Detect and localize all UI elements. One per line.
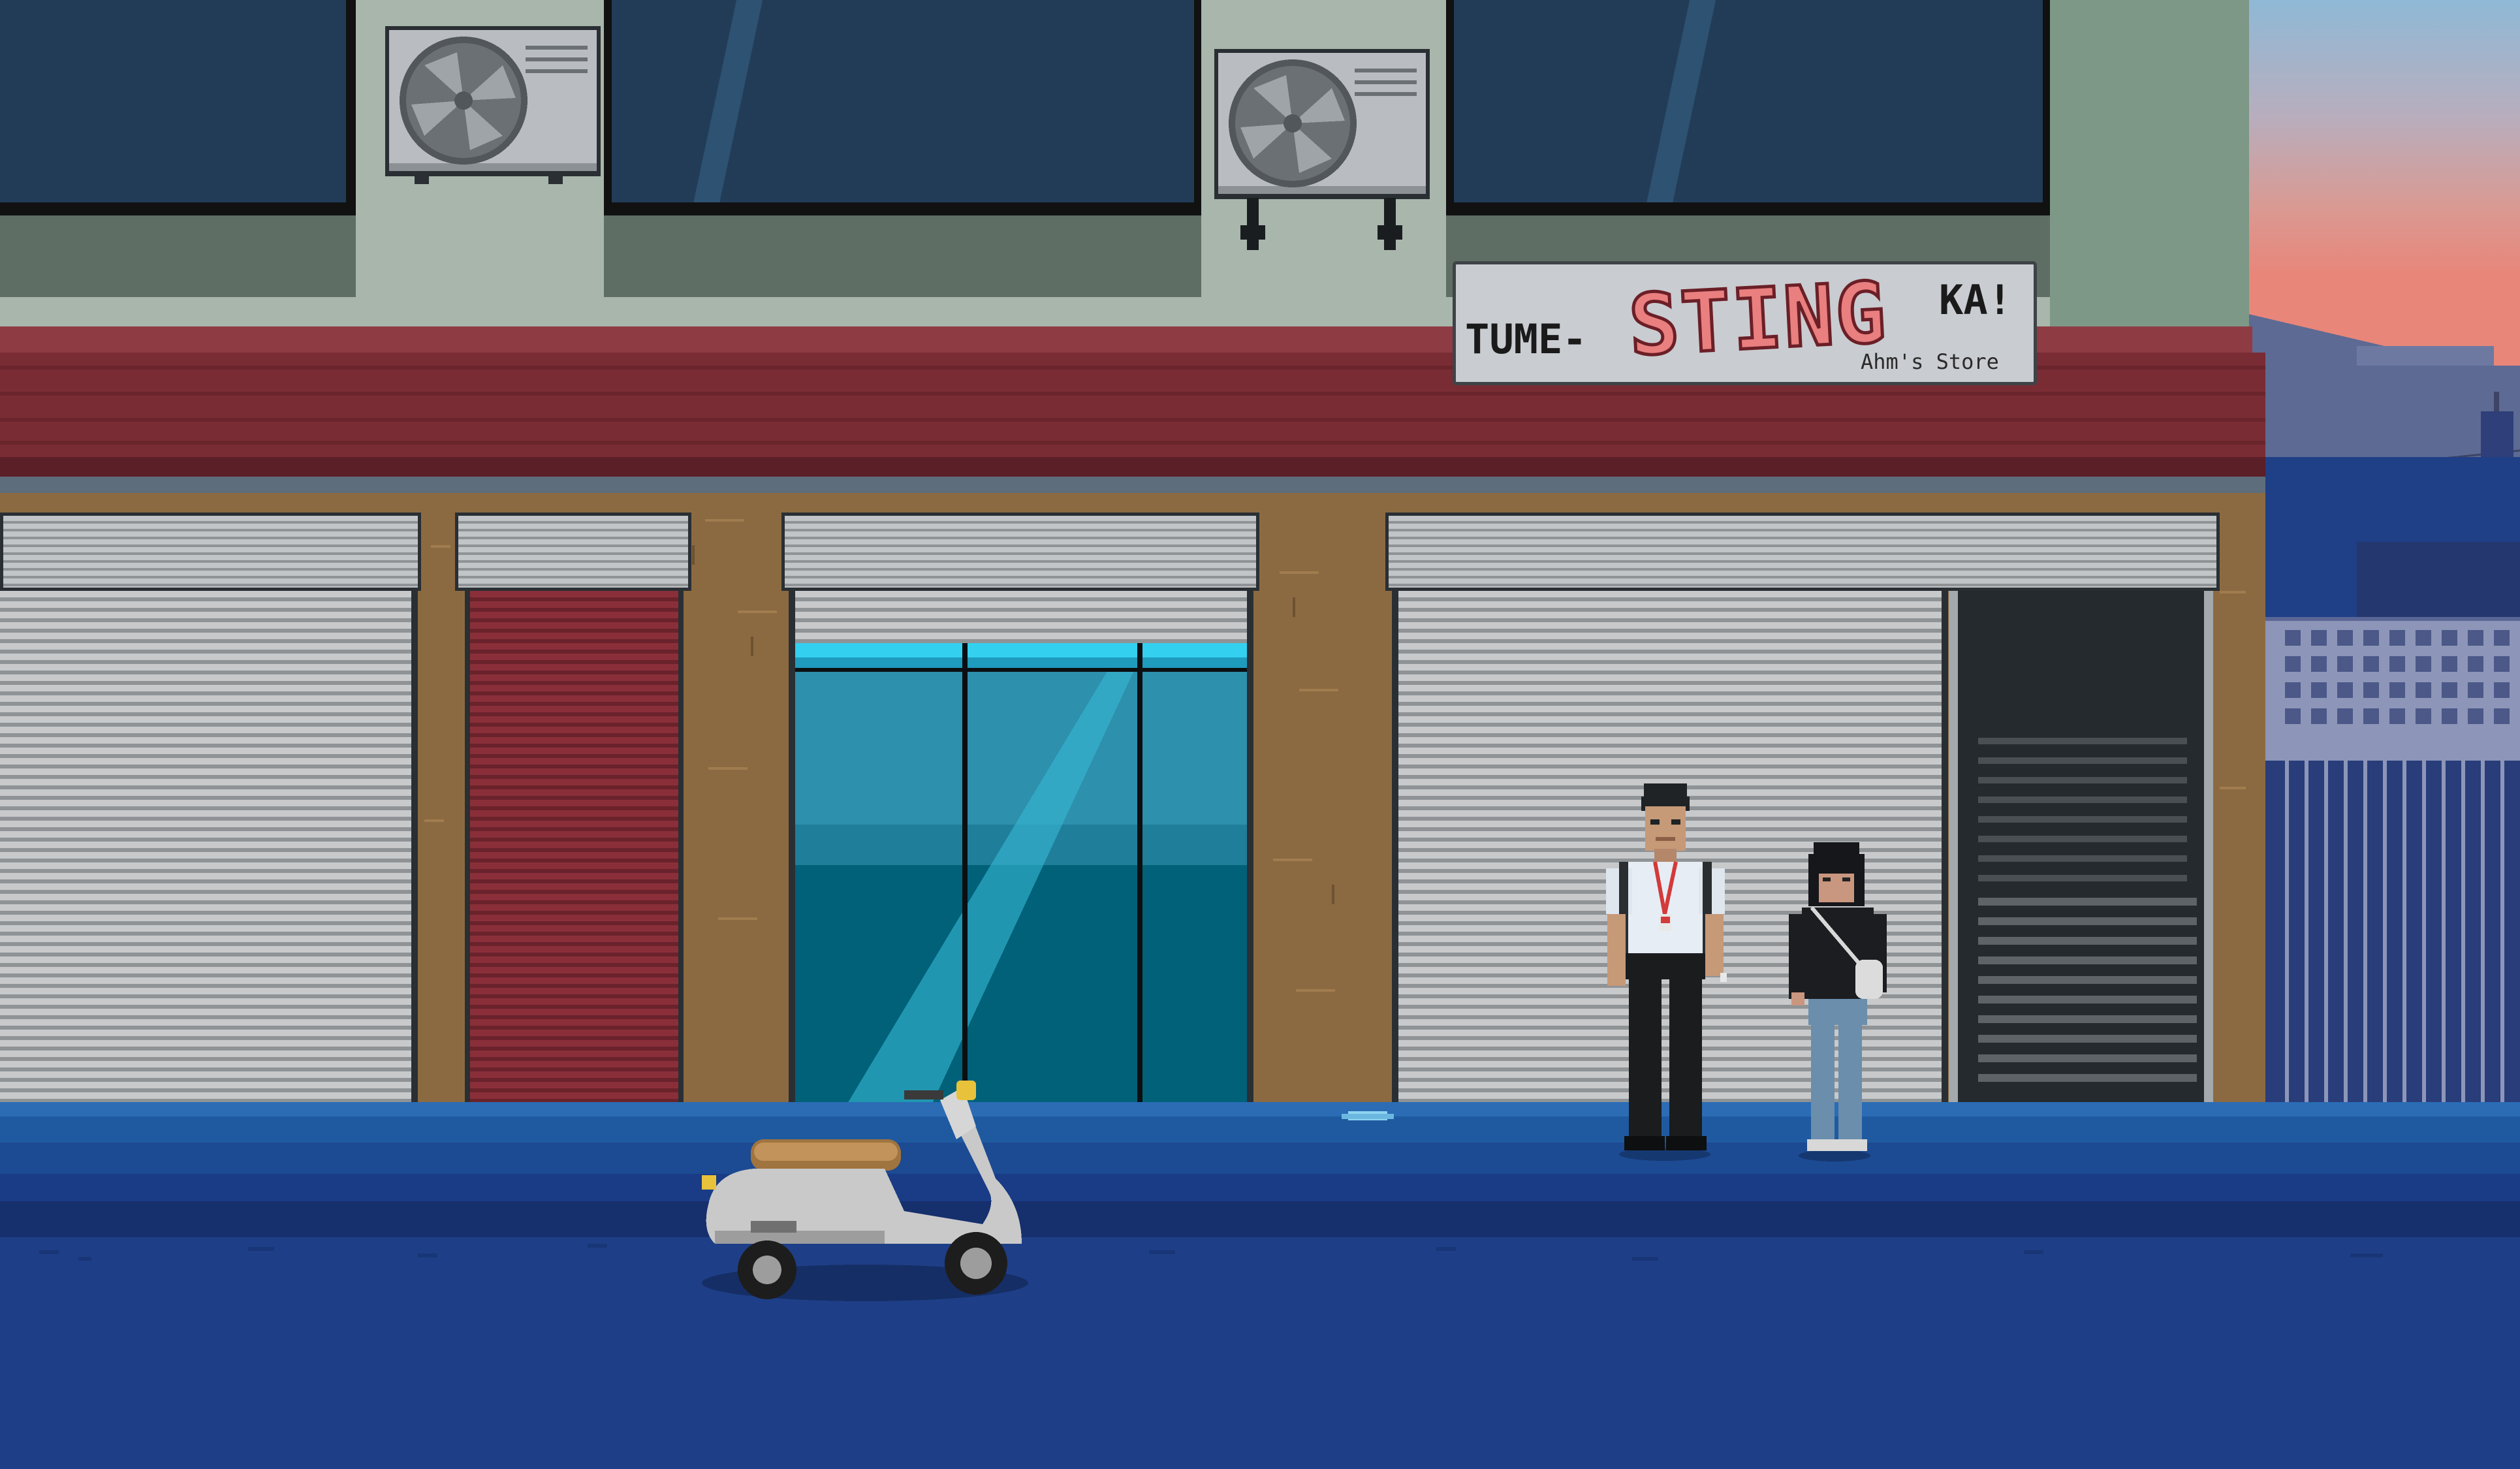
road [0,1237,2520,1469]
upper-window-center [604,0,1201,215]
man-character [1593,783,1737,1162]
upper-window-left [0,0,356,215]
sign-suffix: KA! [1939,276,2012,324]
background-building [2246,313,2520,457]
rolling-shutter-left [0,591,418,1103]
curb [0,1201,2520,1237]
background-block [2357,542,2520,620]
shutter-box [781,513,1259,591]
sidewalk [0,1102,2520,1201]
shutter-box [0,513,421,591]
shutter-box [455,513,691,591]
woman-character [1782,842,1893,1162]
shutter-box [1385,513,2220,591]
scooter [689,1074,1041,1306]
rolling-shutter-red [465,591,684,1103]
sign-main: STING [1625,262,1891,376]
building-side-wall [2050,0,2249,340]
window-ledge [604,209,1201,297]
sign-prefix: TUME- [1465,315,1587,363]
metal-gate [2265,617,2520,1103]
puddle [1342,1109,1394,1124]
stairway [1949,591,2213,1103]
glass-storefront [789,591,1253,1103]
air-conditioner-unit [385,26,604,186]
store-sign: TUME- STING KA! Ahm's Store [1453,261,2037,385]
window-ledge [0,209,356,297]
upper-window-right [1446,0,2050,215]
air-conditioner-unit [1214,49,1433,261]
sign-subtitle: Ahm's Store [1861,349,1999,374]
